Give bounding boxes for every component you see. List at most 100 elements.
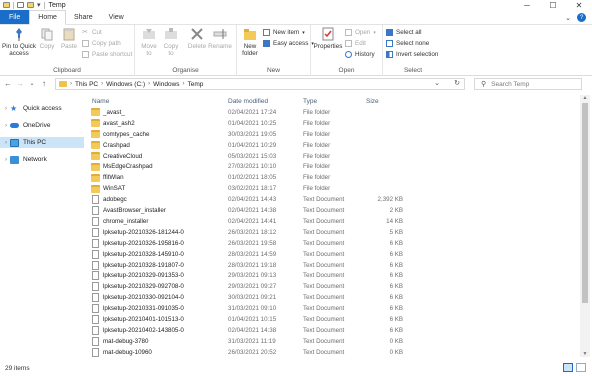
- tab-share[interactable]: Share: [66, 10, 101, 24]
- column-header-size[interactable]: Size: [366, 95, 379, 107]
- file-row[interactable]: lpksetup-20210329-091353-0 29/03/2021 09:…: [88, 271, 578, 282]
- address-bar[interactable]: › This PC › Windows (C:) › Windows › Tem…: [55, 78, 465, 90]
- details-view-icon[interactable]: [563, 363, 573, 372]
- file-row[interactable]: lpksetup-20210326-195816-0 26/03/2021 19:…: [88, 238, 578, 249]
- delete-icon: [191, 28, 203, 40]
- easy-access-button[interactable]: Easy access ▾: [263, 40, 314, 47]
- file-row[interactable]: MsEdgeCrashpad 27/03/2021 10:10 File folde…: [88, 162, 578, 173]
- nav-item-network[interactable]: › Network: [0, 154, 84, 165]
- file-row[interactable]: CreativeCloud 05/03/2021 15:03 File folder: [88, 151, 578, 162]
- column-header-type[interactable]: Type: [303, 95, 317, 107]
- file-row[interactable]: lpksetup-20210328-145910-0 28/03/2021 14:…: [88, 249, 578, 260]
- copy-button[interactable]: Copy: [39, 27, 55, 50]
- column-header-name[interactable]: Name: [92, 95, 109, 107]
- breadcrumb-this-pc[interactable]: This PC: [75, 81, 98, 88]
- refresh-icon[interactable]: ↻: [454, 79, 460, 87]
- tab-view[interactable]: View: [101, 10, 132, 24]
- file-row[interactable]: Crashpad 01/04/2021 10:29 File folder: [88, 140, 578, 151]
- address-dropdown-icon[interactable]: ⌄: [434, 79, 440, 87]
- folder-icon: [91, 152, 100, 161]
- new-folder-button[interactable]: New folder: [239, 27, 261, 57]
- select-all-button[interactable]: Select all: [386, 29, 422, 36]
- expand-icon[interactable]: ›: [2, 157, 10, 163]
- tab-file[interactable]: File: [0, 10, 30, 24]
- file-row[interactable]: AvastBrowser_installer 02/04/2021 14:38 Te…: [88, 205, 578, 216]
- scroll-down-icon[interactable]: ▼: [580, 351, 590, 357]
- file-row[interactable]: comtypes_cache 30/03/2021 19:05 File folde…: [88, 129, 578, 140]
- nav-item-this-pc[interactable]: › This PC: [0, 137, 84, 148]
- copy-to-button[interactable]: Copy to: [162, 27, 180, 57]
- file-row[interactable]: mat-debug-3780 31/03/2021 11:19 Text Docum…: [88, 336, 578, 347]
- file-row[interactable]: ffitWlan 01/02/2021 18:05 File folder: [88, 172, 578, 183]
- file-row[interactable]: lpksetup-20210328-191807-0 28/03/2021 19:…: [88, 260, 578, 271]
- select-none-button[interactable]: Select none: [386, 40, 429, 47]
- new-folder-icon[interactable]: [27, 2, 34, 8]
- breadcrumb-temp[interactable]: Temp: [188, 81, 204, 88]
- close-button[interactable]: ✕: [566, 0, 592, 10]
- divider: [43, 1, 45, 9]
- file-row[interactable]: adobegc 02/04/2021 14:43 Text Document 2,39…: [88, 194, 578, 205]
- recent-locations-button[interactable]: ⌄: [26, 80, 38, 87]
- file-size: 6 KB: [389, 272, 403, 280]
- maximize-button[interactable]: ☐: [540, 0, 566, 10]
- expand-ribbon-icon[interactable]: ⌄: [565, 14, 571, 22]
- nav-item-onedrive[interactable]: › OneDrive: [0, 120, 84, 131]
- file-type: File folder: [303, 130, 331, 138]
- cut-button[interactable]: ✂ Cut: [82, 29, 102, 36]
- copy-path-button[interactable]: Copy path: [82, 40, 121, 47]
- file-name: lpksetup-20210328-145910-0: [103, 250, 184, 258]
- pin-quick-access-button[interactable]: Pin to Quick access: [2, 27, 36, 57]
- properties-button[interactable]: Properties: [314, 27, 342, 50]
- move-to-button[interactable]: Move to: [140, 27, 158, 57]
- help-icon[interactable]: ?: [577, 13, 586, 22]
- rename-button[interactable]: Rename: [208, 27, 232, 50]
- file-row[interactable]: _avast_ 02/04/2021 17:24 File folder: [88, 107, 578, 118]
- file-type: Text Document: [303, 337, 345, 345]
- file-name: AvastBrowser_installer: [103, 207, 166, 215]
- column-header-date[interactable]: Date modified: [228, 95, 268, 107]
- paste-icon: [63, 28, 75, 41]
- invert-selection-button[interactable]: Invert selection: [386, 51, 438, 58]
- file-row[interactable]: lpksetup-20210331-091035-0 31/03/2021 09:…: [88, 303, 578, 314]
- new-item-button[interactable]: New item ▾: [263, 29, 305, 36]
- file-row[interactable]: lpksetup-20210401-101513-0 01/04/2021 10:…: [88, 314, 578, 325]
- paste-button[interactable]: Paste: [60, 27, 78, 50]
- open-button[interactable]: Open ▾: [345, 29, 376, 36]
- file-row[interactable]: WinSAT 03/02/2021 18:17 File folder: [88, 183, 578, 194]
- breadcrumb-windows[interactable]: Windows: [153, 81, 179, 88]
- file-row[interactable]: lpksetup-20210330-092104-0 30/03/2021 09:…: [88, 292, 578, 303]
- expand-icon[interactable]: ›: [2, 140, 10, 146]
- delete-button[interactable]: Delete: [188, 27, 206, 50]
- vertical-scrollbar[interactable]: ▲ ▼: [580, 95, 590, 357]
- file-row[interactable]: lpksetup-20210402-143805-0 02/04/2021 14:…: [88, 325, 578, 336]
- tab-home[interactable]: Home: [29, 10, 66, 25]
- ribbon: Pin to Quick access Copy Paste ✂ Cut Cop…: [0, 25, 592, 76]
- large-icons-view-icon[interactable]: [576, 363, 586, 372]
- paste-shortcut-button[interactable]: Paste shortcut: [82, 51, 132, 58]
- properties-icon[interactable]: [17, 2, 24, 8]
- edit-button[interactable]: Edit: [345, 40, 366, 47]
- file-row[interactable]: avast_ash2 01/04/2021 10:25 File folder: [88, 118, 578, 129]
- nav-item-quick-access[interactable]: › ★ Quick access: [0, 103, 84, 114]
- breadcrumb-windows-c[interactable]: Windows (C:): [106, 81, 145, 88]
- file-row[interactable]: lpksetup-20210329-092708-0 29/03/2021 09:…: [88, 281, 578, 292]
- expand-icon[interactable]: ›: [2, 123, 10, 129]
- file-date-modified: 02/04/2021 14:41: [228, 217, 277, 225]
- file-row[interactable]: lpksetup-20210326-181244-0 26/03/2021 18:…: [88, 227, 578, 238]
- minimize-button[interactable]: ─: [514, 0, 540, 10]
- customize-toolbar-icon[interactable]: ▾: [37, 1, 41, 9]
- expand-icon[interactable]: ›: [2, 106, 10, 112]
- search-input[interactable]: Search Temp: [491, 81, 529, 88]
- file-date-modified: 28/03/2021 14:59: [228, 250, 277, 258]
- file-name: adobegc: [103, 196, 127, 204]
- back-button[interactable]: ←: [2, 79, 14, 88]
- forward-button[interactable]: →: [14, 79, 26, 88]
- search-box[interactable]: ⚲ Search Temp: [474, 78, 582, 90]
- file-row[interactable]: mat-debug-10960 26/03/2021 20:52 Text Docu…: [88, 347, 578, 358]
- scrollbar-thumb[interactable]: [582, 103, 588, 303]
- up-button[interactable]: ↑: [38, 79, 50, 88]
- history-button[interactable]: History: [345, 51, 375, 58]
- scroll-up-icon[interactable]: ▲: [580, 95, 590, 101]
- title-bar: ▾ Temp ─ ☐ ✕: [0, 0, 592, 10]
- file-row[interactable]: chrome_installer 02/04/2021 14:41 Text Doc…: [88, 216, 578, 227]
